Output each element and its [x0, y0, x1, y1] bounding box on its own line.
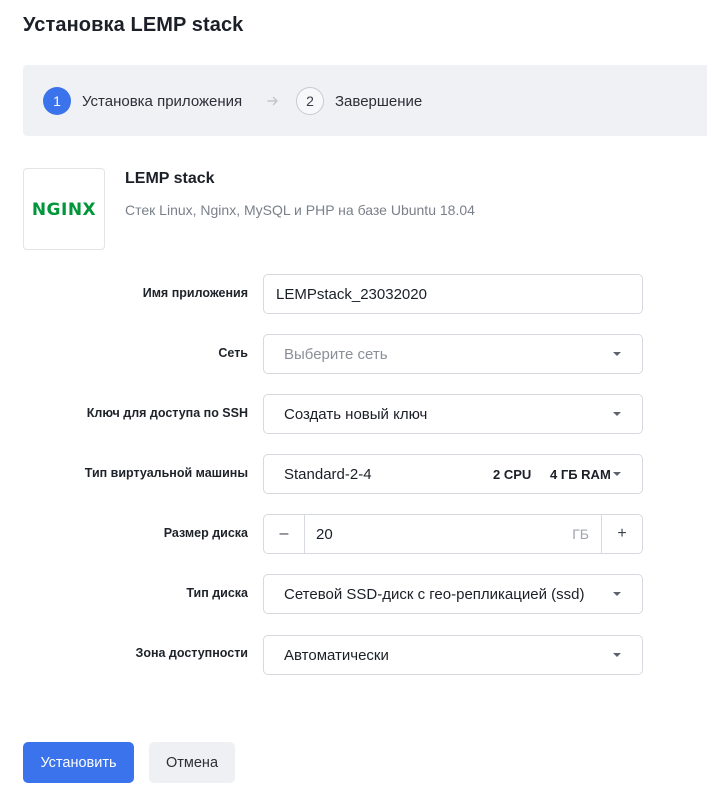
nginx-logo: NGINX [23, 168, 105, 250]
increment-button[interactable]: + [602, 515, 642, 553]
disk-type-value: Сетевой SSD-диск с гео-репликацией (ssd) [284, 585, 585, 603]
step-2-number: 2 [296, 87, 324, 115]
ssh-key-value: Создать новый ключ [284, 405, 428, 423]
nginx-logo-icon: NGINX [32, 200, 96, 220]
disk-size-value: 20 [316, 525, 333, 543]
ssh-key-select[interactable]: Создать новый ключ [263, 394, 643, 434]
step-finish: 2 Завершение [296, 87, 422, 115]
ssh-key-label: Ключ для доступа по SSH [86, 406, 248, 420]
disk-size-label: Размер диска [163, 526, 248, 540]
vm-type-select[interactable]: Standard-2-4 2 CPU 4 ГБ RAM [263, 454, 643, 494]
disk-size-stepper: – 20 ГБ + [263, 514, 643, 554]
app-name: LEMP stack [125, 170, 215, 187]
chevron-down-icon [613, 472, 621, 476]
step-install: 1 Установка приложения [43, 87, 242, 115]
step-1-number: 1 [43, 87, 71, 115]
page-title: Установка LEMP stack [23, 14, 244, 36]
zone-label: Зона доступности [135, 646, 248, 660]
disk-type-label: Тип диска [186, 586, 248, 600]
vm-cpu-spec: 2 CPU [493, 467, 532, 482]
zone-select[interactable]: Автоматически [263, 635, 643, 675]
zone-value: Автоматически [284, 646, 389, 664]
chevron-down-icon [613, 412, 621, 416]
vm-type-label: Тип виртуальной машины [84, 466, 248, 480]
app-name-label: Имя приложения [142, 286, 248, 300]
chevron-down-icon [613, 592, 621, 596]
chevron-down-icon [613, 352, 621, 356]
app-name-input[interactable]: LEMPstack_23032020 [263, 274, 643, 314]
network-select[interactable]: Выберите сеть [263, 334, 643, 374]
network-label: Сеть [218, 346, 248, 360]
disk-type-select[interactable]: Сетевой SSD-диск с гео-репликацией (ssd) [263, 574, 643, 614]
decrement-button[interactable]: – [264, 515, 304, 553]
vm-type-value: Standard-2-4 [284, 465, 372, 483]
chevron-down-icon [613, 653, 621, 657]
network-placeholder: Выберите сеть [284, 345, 388, 363]
disk-size-unit: ГБ [572, 526, 589, 542]
cancel-button[interactable]: Отмена [149, 742, 235, 783]
arrow-right-icon [267, 96, 278, 106]
nginx-logo-text: NGINX [32, 200, 96, 220]
step-1-label: Установка приложения [82, 92, 243, 110]
install-button[interactable]: Установить [23, 742, 134, 783]
vm-ram-spec: 4 ГБ RAM [550, 467, 611, 482]
wizard-stepper: 1 Установка приложения 2 Завершение [23, 65, 707, 136]
step-2-label: Завершение [335, 92, 423, 110]
app-description: Стек Linux, Nginx, MySQL и PHP на базе U… [125, 202, 475, 218]
disk-size-input[interactable]: 20 ГБ [304, 515, 602, 553]
app-name-value: LEMPstack_23032020 [276, 285, 427, 303]
